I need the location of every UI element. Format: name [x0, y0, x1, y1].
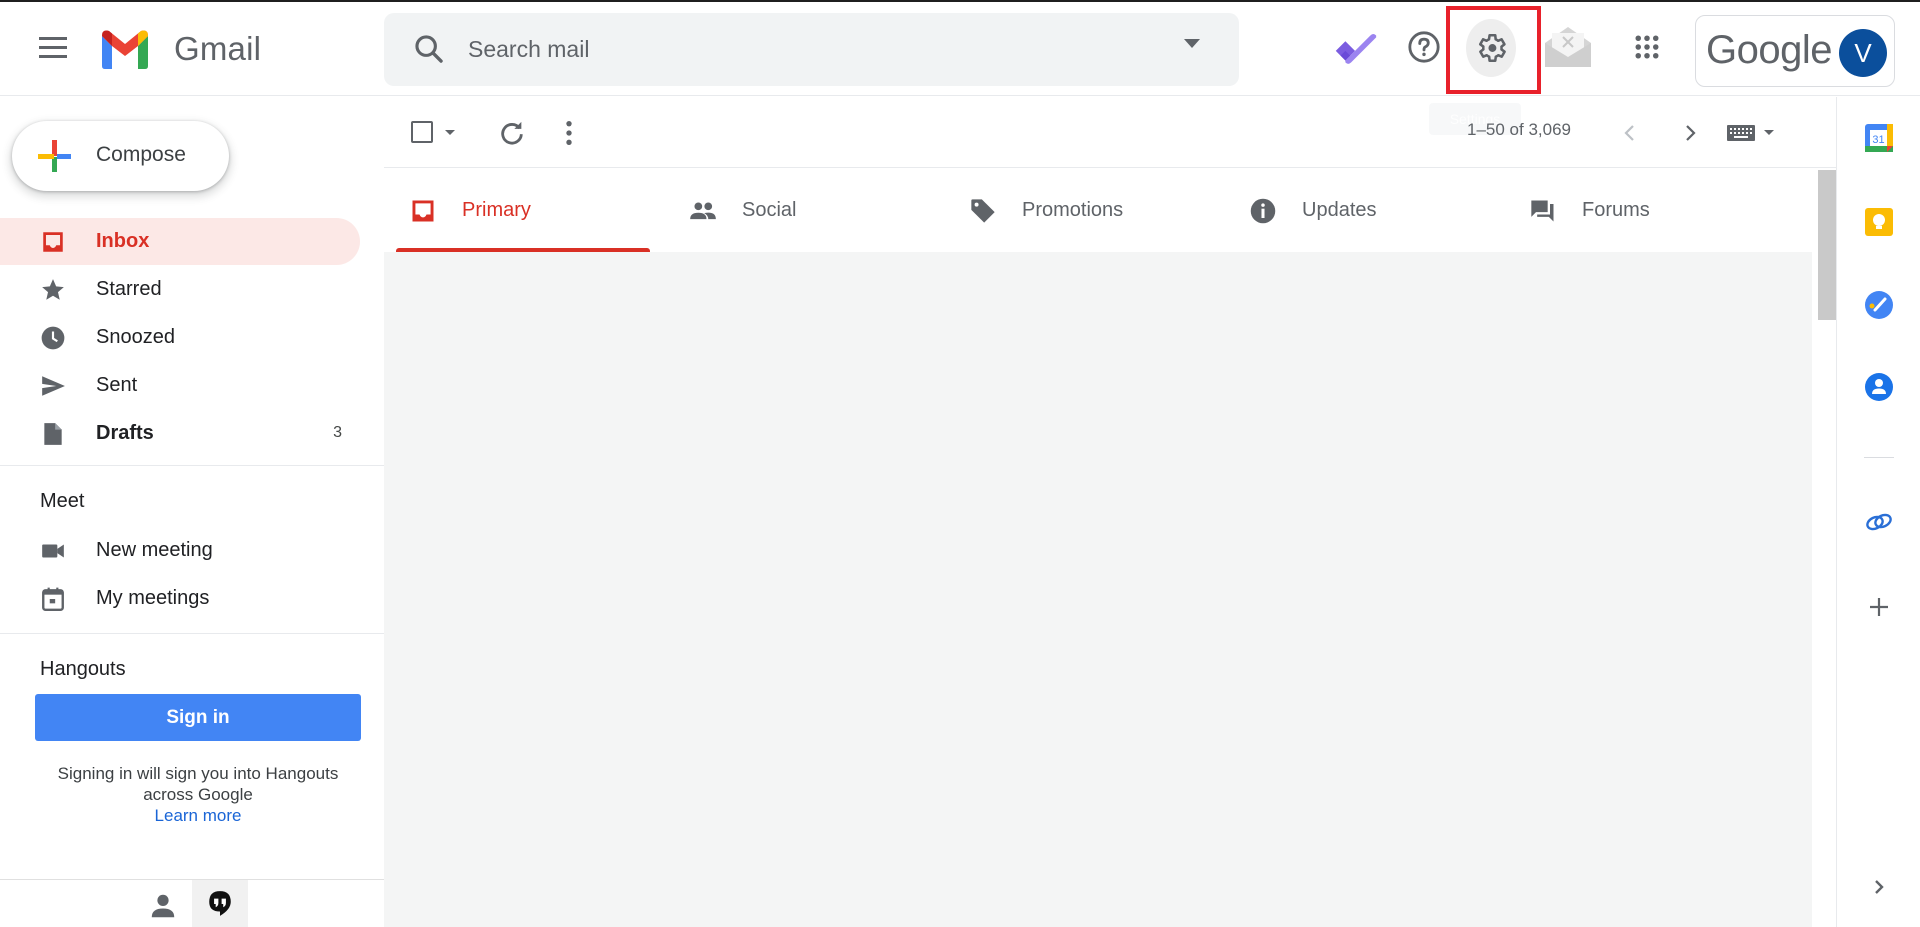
more-vertical-icon[interactable]	[564, 119, 574, 147]
gmail-wordmark: Gmail	[174, 30, 262, 67]
sidebar-item-label: Drafts	[96, 422, 154, 444]
hangouts-section-title: Hangouts	[40, 658, 126, 680]
sidebar-item-label: Snoozed	[96, 326, 175, 348]
newer-page-chevron-left-icon[interactable]	[1618, 119, 1642, 147]
sidebar: Compose Inbox Starred Snoozed Sent Draft…	[0, 97, 384, 927]
tasks-check-icon	[1335, 34, 1377, 64]
info-icon	[1250, 198, 1276, 224]
tab-label: Social	[742, 199, 797, 221]
sidebar-item-label: Starred	[96, 278, 162, 300]
tab-label: Updates	[1302, 199, 1377, 221]
search-input[interactable]	[468, 29, 1148, 69]
hamburger-menu-icon	[39, 36, 67, 40]
select-all-checkbox[interactable]	[411, 121, 433, 143]
learn-more-link[interactable]: Learn more	[35, 805, 361, 826]
hangouts-quote-icon	[209, 890, 231, 916]
google-keep-icon[interactable]	[1864, 207, 1894, 237]
hangouts-sign-in-note: Signing in will sign you into Hangouts a…	[35, 763, 361, 826]
google-contacts-icon[interactable]	[1864, 372, 1894, 402]
side-panel: 31	[1836, 97, 1920, 927]
select-options-dropdown-icon[interactable]	[445, 130, 455, 135]
settings-button[interactable]	[1466, 19, 1516, 77]
add-addon-icon[interactable]	[1864, 592, 1894, 622]
calendar-icon	[42, 587, 64, 612]
hangouts-tab-button[interactable]	[192, 880, 248, 927]
help-button[interactable]	[1399, 22, 1449, 72]
main-menu-button[interactable]	[36, 30, 70, 64]
keyboard-input-icon[interactable]	[1727, 125, 1755, 141]
sign-in-note-line: Signing in will sign you into Hangouts	[57, 764, 339, 783]
tab-primary[interactable]: Primary	[384, 168, 664, 252]
drafts-count: 3	[333, 424, 342, 441]
video-camera-icon	[42, 544, 64, 558]
help-icon	[1408, 31, 1440, 63]
google-calendar-icon[interactable]: 31	[1864, 123, 1894, 153]
tab-label: Promotions	[1022, 199, 1124, 221]
apps-grid-icon	[1635, 35, 1659, 59]
sidebar-item-new-meeting[interactable]: New meeting	[0, 527, 360, 574]
compose-label: Compose	[96, 143, 186, 166]
star-icon	[42, 279, 64, 300]
header: Gmail Search mail Google V	[0, 2, 1920, 96]
search-bar	[384, 13, 1239, 86]
draft-icon	[44, 423, 62, 445]
sidebar-item-label: My meetings	[96, 587, 210, 609]
tab-social[interactable]: Social	[664, 168, 944, 252]
pagination-range: 1–50 of 3,069	[1467, 120, 1571, 139]
hangouts-sign-in-button[interactable]: Sign in	[35, 694, 361, 741]
sidebar-item-sent[interactable]: Sent	[0, 362, 360, 409]
message-list-area	[384, 252, 1812, 927]
input-tools-dropdown-icon[interactable]	[1764, 130, 1774, 135]
forum-icon	[1531, 200, 1554, 222]
sidebar-item-label: New meeting	[96, 539, 213, 561]
tab-label: Forums	[1582, 199, 1650, 221]
sidebar-item-my-meetings[interactable]: My meetings	[0, 575, 360, 622]
sidebar-item-snoozed[interactable]: Snoozed	[0, 314, 360, 361]
meet-section-title: Meet	[40, 490, 85, 512]
inbox-icon	[43, 232, 63, 252]
compose-plus-icon	[38, 140, 71, 172]
google-tasks-icon[interactable]	[1864, 290, 1894, 320]
sidebar-divider	[0, 633, 384, 634]
google-account-button[interactable]: Google V	[1695, 15, 1895, 87]
zoho-link-icon[interactable]	[1864, 507, 1894, 537]
expand-panel-chevron-icon[interactable]	[1864, 872, 1894, 902]
category-tabs: Primary Social Promotions Updates Forums	[384, 168, 1812, 252]
google-wordmark: Google	[1706, 28, 1832, 72]
mail-toolbar: Settings 1–50 of 3,069	[384, 97, 1836, 168]
contacts-person-icon[interactable]	[148, 891, 178, 921]
tab-promotions[interactable]: Promotions	[944, 168, 1224, 252]
offline-mail-button[interactable]	[1543, 22, 1593, 72]
search-options-dropdown-icon[interactable]	[1184, 39, 1200, 48]
avatar[interactable]: V	[1839, 29, 1887, 77]
sidebar-item-starred[interactable]: Starred	[0, 266, 360, 313]
compose-button[interactable]: Compose	[12, 121, 229, 191]
calendar-day-number: 31	[1872, 134, 1884, 146]
sidebar-item-inbox[interactable]: Inbox	[0, 218, 360, 265]
clock-icon	[41, 326, 65, 350]
side-panel-divider	[1864, 457, 1894, 458]
sidebar-item-label: Inbox	[96, 230, 150, 252]
sidebar-divider	[0, 465, 384, 466]
tasks-app-button[interactable]	[1330, 22, 1380, 72]
older-page-chevron-right-icon[interactable]	[1678, 119, 1702, 147]
refresh-icon[interactable]	[498, 119, 526, 147]
scrollbar-thumb[interactable]	[1818, 170, 1836, 320]
send-icon	[42, 376, 65, 396]
gmail-logo-icon[interactable]	[98, 28, 152, 70]
people-icon	[690, 202, 716, 220]
tab-forums[interactable]: Forums	[1504, 168, 1784, 252]
offline-mail-icon	[1545, 27, 1591, 67]
sign-in-note-line: across Google	[143, 785, 253, 804]
search-icon[interactable]	[412, 32, 446, 66]
google-apps-button[interactable]	[1622, 22, 1672, 72]
sidebar-item-label: Sent	[96, 374, 138, 396]
tag-icon	[971, 199, 995, 223]
tab-label: Primary	[462, 199, 531, 221]
settings-gear-icon	[1478, 33, 1506, 63]
sidebar-item-drafts[interactable]: Drafts 3	[0, 410, 360, 457]
inbox-icon	[412, 200, 434, 222]
tab-updates[interactable]: Updates	[1224, 168, 1504, 252]
